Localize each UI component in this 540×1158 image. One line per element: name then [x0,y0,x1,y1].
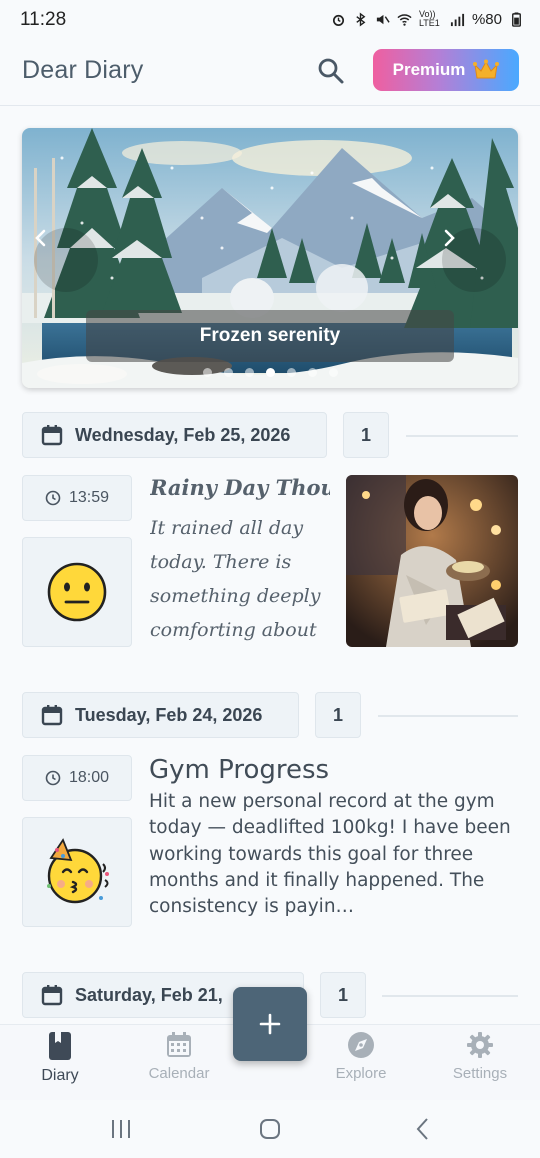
compass-icon [348,1032,374,1058]
battery-icon [512,11,521,27]
alarm-icon [332,14,344,26]
add-entry-button[interactable] [233,987,307,1061]
nav-diary[interactable]: Diary [0,1031,120,1095]
chevron-left-icon [35,229,46,247]
calendar-icon [41,425,63,446]
date-label: Tuesday, Feb 24, 2026 [75,704,263,725]
nav-explore-label: Explore [335,1065,387,1082]
entry-time-label: 13:59 [68,489,110,506]
diary-entry[interactable]: 13:59 Rainy Day Thoug… It rained all day… [22,475,518,647]
nav-settings-label: Settings [452,1065,508,1082]
entry-photo [346,475,518,647]
carousel-dot[interactable] [286,368,296,377]
entry-count: 1 [343,412,389,458]
bluetooth-icon [356,11,366,27]
entry-time: 13:59 [22,475,132,521]
recent-apps-icon[interactable] [106,1114,136,1144]
clock-icon [45,490,61,506]
network-label: Vo)) LTE1 [418,9,440,28]
clock-icon [45,770,61,786]
carousel-next-button[interactable] [442,228,506,292]
party-kiss-face-icon [47,838,109,904]
entry-title: Rainy Day Thoug… [150,475,330,500]
mood-box [22,537,132,647]
date-header: Tuesday, Feb 24, 2026 1 [22,692,540,738]
entry-time: 18:00 [22,755,132,801]
gear-icon [467,1032,493,1058]
carousel-prev-button[interactable] [34,228,98,292]
status-bar: 11:28 Vo)) LTE1 %80 [0,0,540,40]
wifi-icon [397,13,412,26]
nav-explore[interactable]: Explore [301,1031,421,1095]
date-chip[interactable]: Wednesday, Feb 25, 2026 [22,412,327,458]
calendar-icon [167,1032,191,1057]
carousel-dot[interactable] [328,368,338,377]
date-label: Saturday, Feb 21, [75,984,223,1005]
carousel-dot[interactable] [223,368,233,377]
battery-label: %80 [471,10,502,28]
date-chip[interactable]: Tuesday, Feb 24, 2026 [22,692,299,738]
status-icons: Vo)) LTE1 %80 [331,10,524,28]
nav-settings[interactable]: Settings [420,1031,540,1095]
mute-icon [376,14,390,24]
entry-title: Gym Progress [149,755,330,785]
premium-label: Premium [392,60,466,79]
neutral-face-icon [47,562,107,622]
app-title: Dear Diary [22,56,144,84]
signal-icon [450,13,465,26]
carousel-dot[interactable] [202,368,212,377]
entry-count: 1 [320,972,366,1018]
hero-carousel[interactable]: Frozen serenity [22,128,518,388]
diary-entry[interactable]: 18:00 Gym Progress Hit a new personal re… [22,755,518,927]
nav-calendar-label: Calendar [148,1065,210,1082]
chevron-right-icon [444,229,455,247]
premium-button[interactable]: Premium [373,49,519,91]
cozy-reading-image [346,475,518,647]
divider [406,435,518,437]
date-header: Wednesday, Feb 25, 2026 1 [22,412,540,458]
carousel-dot[interactable] [265,368,275,377]
app-bar: Dear Diary Premium [0,40,540,106]
search-icon[interactable] [316,56,346,86]
crown-icon [473,59,500,79]
calendar-icon [41,705,63,726]
nav-diary-label: Diary [41,1067,79,1084]
divider [378,715,518,717]
plus-icon [259,1013,281,1035]
entry-time-label: 18:00 [68,769,110,786]
mood-box [22,817,132,927]
date-label: Wednesday, Feb 25, 2026 [75,424,291,445]
divider [382,995,518,997]
calendar-icon [41,985,63,1006]
home-icon[interactable] [255,1114,285,1144]
entry-count: 1 [315,692,361,738]
carousel-dots [22,368,518,377]
entry-body: Hit a new personal record at the gym tod… [149,791,511,918]
carousel-dot[interactable] [244,368,254,377]
status-time: 11:28 [20,9,67,30]
nav-calendar[interactable]: Calendar [119,1031,239,1095]
hero-caption: Frozen serenity [86,310,454,362]
back-icon[interactable] [408,1114,438,1144]
system-navigation-bar [0,1100,540,1158]
carousel-dot[interactable] [307,368,317,377]
book-icon [49,1032,71,1060]
entry-body: It rained all day today. There is someth… [150,517,321,641]
